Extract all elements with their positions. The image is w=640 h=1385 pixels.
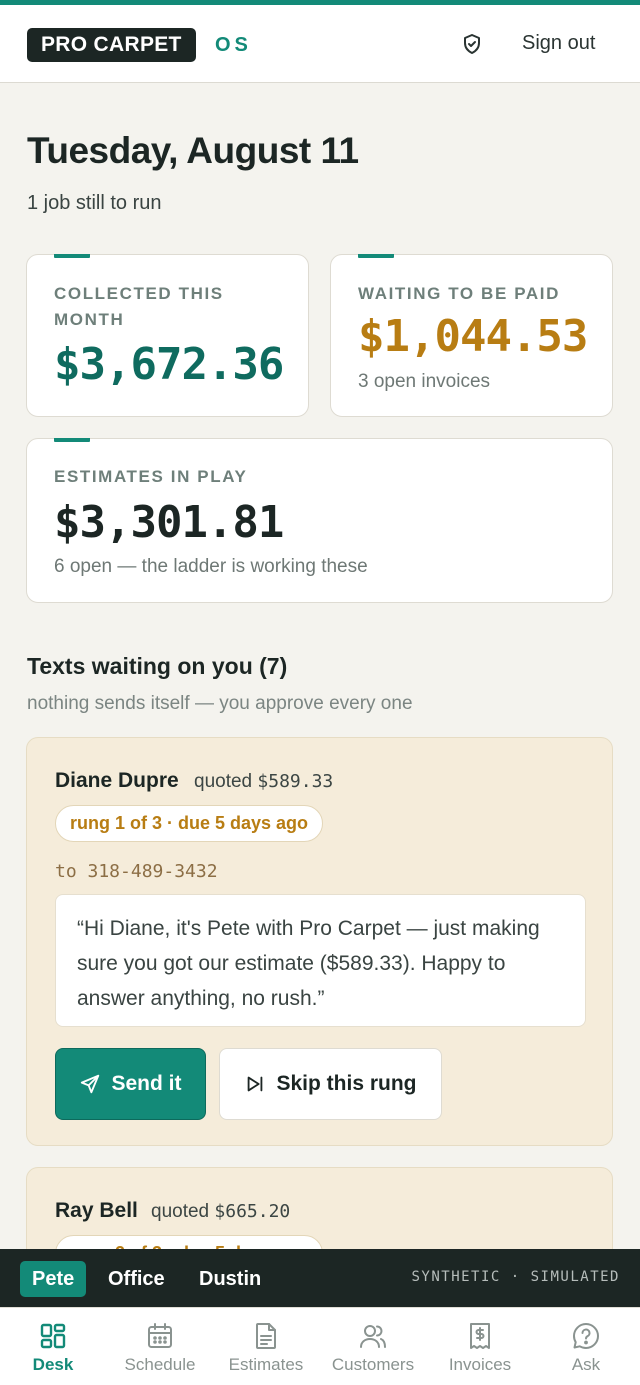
texts-section-title: Texts waiting on you (7) <box>27 653 288 679</box>
tab-label: Schedule <box>124 1355 196 1374</box>
collected-label: COLLECTED THIS MONTH <box>54 284 224 329</box>
help-icon <box>573 1323 599 1349</box>
tab-ask[interactable]: Ask <box>533 1308 639 1385</box>
sign-out-button[interactable]: Sign out <box>522 29 595 57</box>
customer-name: Ray Bell <box>55 1199 138 1222</box>
estimates-value: $3,301.81 <box>54 497 284 548</box>
skip-label: Skip this rung <box>276 1072 417 1095</box>
page-title: Tuesday, August 11 <box>27 130 359 171</box>
skip-rung-button[interactable]: Skip this rung <box>219 1048 442 1120</box>
tab-label: Customers <box>331 1355 415 1374</box>
bottom-tab-bar: Desk Schedule Estimates Customers Invoic… <box>0 1307 640 1385</box>
waiting-card: WAITING TO BE PAID $1,044.53 3 open invo… <box>330 254 613 417</box>
quoted-amount: quoted $665.20 <box>151 1201 290 1223</box>
collected-card: COLLECTED THIS MONTH $3,672.36 <box>26 254 309 417</box>
page-subtitle: 1 job still to run <box>27 192 162 214</box>
send-icon <box>81 1074 100 1094</box>
quoted-value: $589.33 <box>257 771 334 792</box>
collected-value: $3,672.36 <box>54 339 284 390</box>
mode-indicator: SYNTHETIC · SIMULATED <box>411 1269 620 1285</box>
card-accent <box>54 438 90 442</box>
tab-label: Estimates <box>228 1355 304 1374</box>
waiting-note: 3 open invoices <box>358 371 491 392</box>
quoted-value: $665.20 <box>214 1201 291 1222</box>
logo[interactable]: PRO CARPET <box>27 28 196 62</box>
estimates-note: 6 open — the ladder is working these <box>54 556 368 577</box>
send-button[interactable]: Send it <box>55 1048 206 1120</box>
customer-name: Diane Dupre <box>55 769 179 792</box>
user-switcher-bar: Pete Office Dustin SYNTHETIC · SIMULATED <box>0 1249 640 1307</box>
tab-schedule[interactable]: Schedule <box>107 1308 213 1385</box>
tab-label: Desk <box>32 1355 74 1374</box>
quoted-prefix: quoted <box>151 1201 210 1222</box>
card-accent <box>358 254 394 258</box>
recipient-phone: to 318-489-3432 <box>55 861 218 882</box>
receipt-icon <box>470 1323 490 1349</box>
people-icon <box>360 1325 386 1348</box>
text-card: Diane Dupre quoted $589.33 rung 1 of 3 ·… <box>26 737 613 1146</box>
quoted-prefix: quoted <box>194 771 253 792</box>
logo-suffix: OS <box>215 34 252 56</box>
tab-label: Ask <box>571 1355 601 1374</box>
tab-estimates[interactable]: Estimates <box>213 1308 319 1385</box>
quoted-amount: quoted $589.33 <box>194 771 333 793</box>
document-icon <box>256 1323 276 1349</box>
user-dustin[interactable]: Dustin <box>187 1261 273 1297</box>
tab-desk[interactable]: Desk <box>0 1308 106 1385</box>
calendar-icon <box>148 1323 172 1348</box>
app-header: PRO CARPET OS Sign out <box>0 5 640 83</box>
rung-badge: rung 1 of 3 · due 5 days ago <box>55 805 324 842</box>
user-pete[interactable]: Pete <box>20 1261 87 1297</box>
message-preview: “Hi Diane, it's Pete with Pro Carpet — j… <box>55 894 586 1027</box>
waiting-value: $1,044.53 <box>358 311 588 362</box>
shield-icon[interactable] <box>460 32 484 56</box>
waiting-label: WAITING TO BE PAID <box>358 284 560 303</box>
estimates-card: ESTIMATES IN PLAY $3,301.81 6 open — the… <box>26 438 613 603</box>
tab-label: Invoices <box>448 1355 512 1374</box>
tab-invoices[interactable]: Invoices <box>427 1308 533 1385</box>
card-accent <box>54 254 90 258</box>
send-label: Send it <box>111 1072 182 1095</box>
tab-customers[interactable]: Customers <box>320 1308 426 1385</box>
texts-section-subtitle: nothing sends itself — you approve every… <box>27 693 413 714</box>
desk-icon <box>40 1323 66 1349</box>
skip-icon <box>248 1076 263 1092</box>
estimates-label: ESTIMATES IN PLAY <box>54 467 248 486</box>
user-office[interactable]: Office <box>96 1261 177 1297</box>
